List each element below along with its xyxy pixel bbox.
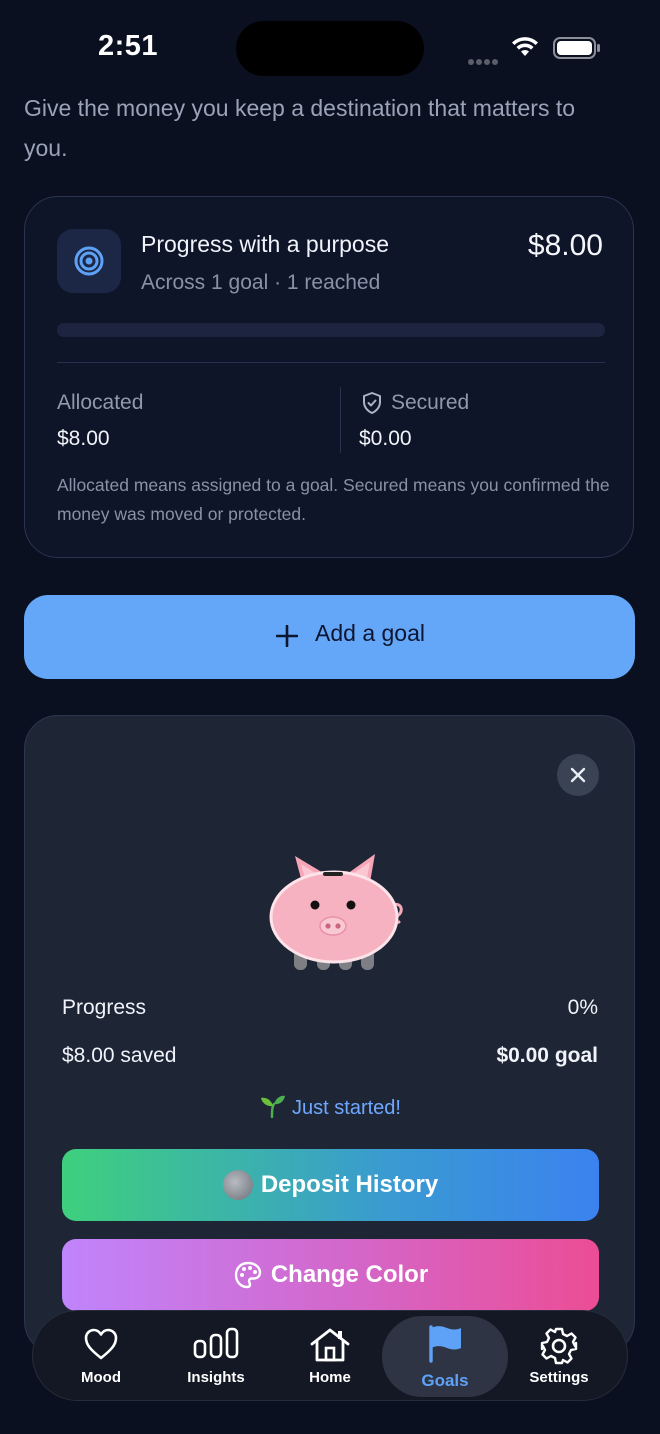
tab-home[interactable]: Home: [275, 1311, 385, 1402]
tab-mood-label: Mood: [81, 1369, 121, 1386]
close-icon: [570, 767, 586, 783]
goal-card: Progress 0% $8.00 saved $0.00 goal Just …: [24, 715, 635, 1355]
coin-icon: [222, 1170, 253, 1200]
tab-settings-label: Settings: [529, 1369, 589, 1386]
deposit-history-label: Deposit History: [260, 1171, 439, 1198]
gear-icon: [540, 1327, 578, 1365]
progress-percent: 0%: [567, 996, 598, 1019]
piggy-bank-icon: [265, 852, 405, 977]
wifi-icon: [510, 36, 540, 63]
goal-status-text: Just started!: [292, 1097, 401, 1119]
goal-status: Just started!: [25, 1094, 634, 1120]
add-goal-button[interactable]: Add a goal: [24, 595, 635, 679]
cellular-signal-icon: [468, 52, 500, 70]
goals-summary-card: Progress with a purpose $8.00 Across 1 g…: [24, 196, 634, 558]
column-divider: [340, 387, 341, 453]
secured-value: $0.00: [359, 427, 412, 450]
tab-settings[interactable]: Settings: [504, 1311, 614, 1402]
status-bar: 2:51: [0, 0, 660, 90]
target-badge: [57, 229, 121, 293]
summary-progress-bar: [57, 323, 605, 337]
seedling-icon: [261, 1095, 286, 1119]
allocated-label: Allocated: [57, 391, 144, 414]
deposit-history-button[interactable]: Deposit History: [62, 1149, 599, 1221]
dynamic-island: [236, 21, 424, 76]
allocated-value: $8.00: [57, 427, 110, 450]
progress-label: Progress: [62, 996, 147, 1019]
close-button[interactable]: [557, 754, 599, 796]
summary-amount: $8.00: [527, 229, 603, 262]
summary-subtitle: Across 1 goal · 1 reached: [141, 271, 381, 294]
battery-icon: [553, 37, 601, 64]
secured-label: Secured: [391, 391, 470, 414]
palette-icon: [234, 1261, 262, 1289]
tab-goals[interactable]: Goals: [390, 1311, 500, 1402]
tab-bar: Mood Insights Home Goals Settings: [32, 1310, 628, 1401]
divider: [57, 362, 605, 363]
home-icon: [310, 1328, 350, 1362]
saved-amount: $8.00 saved: [62, 1044, 177, 1067]
shield-check-icon: [361, 391, 383, 420]
page-subtitle: Give the money you keep a destination th…: [24, 95, 576, 161]
add-goal-label: Add a goal: [315, 620, 425, 646]
heart-icon: [84, 1328, 118, 1360]
flag-icon: [429, 1325, 461, 1363]
bar-chart-icon: [193, 1327, 239, 1359]
change-color-button[interactable]: Change Color: [62, 1239, 599, 1311]
tab-insights[interactable]: Insights: [161, 1311, 271, 1402]
plus-icon: [276, 625, 298, 647]
change-color-label: Change Color: [270, 1261, 429, 1288]
tab-home-label: Home: [309, 1369, 351, 1386]
status-time: 2:51: [98, 30, 159, 62]
goal-amount: $0.00 goal: [496, 1044, 598, 1067]
tab-insights-label: Insights: [187, 1369, 245, 1386]
summary-title: Progress with a purpose: [141, 231, 390, 257]
target-icon: [74, 246, 104, 276]
tab-goals-label: Goals: [421, 1371, 469, 1390]
summary-note: Allocated means assigned to a goal. Secu…: [57, 475, 610, 524]
tab-mood[interactable]: Mood: [46, 1311, 156, 1402]
